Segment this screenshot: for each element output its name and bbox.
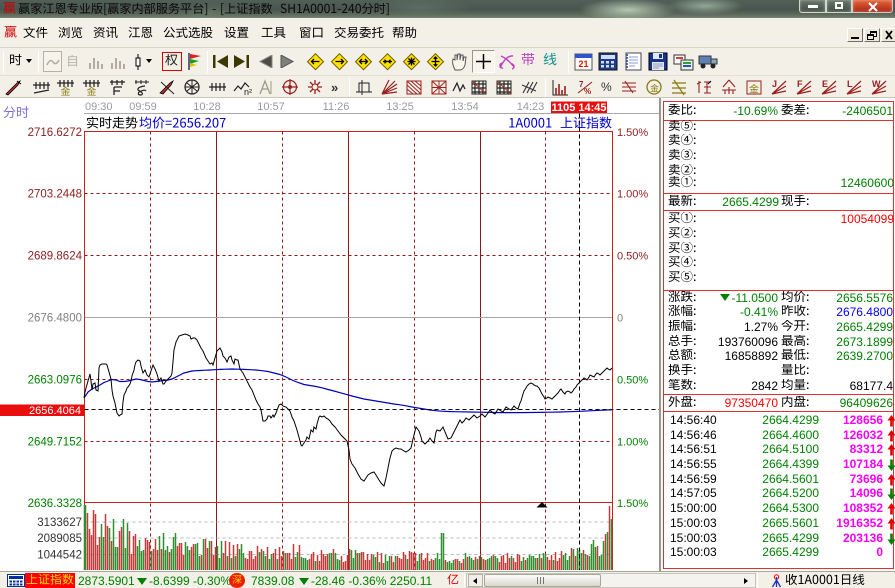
svg-text:W: W	[872, 79, 881, 89]
svg-text:%: %	[584, 87, 591, 96]
svg-text:E: E	[822, 79, 828, 89]
svg-text:09:59: 09:59	[129, 101, 157, 113]
svg-text:0.50%: 0.50%	[617, 251, 648, 263]
svg-text:J: J	[772, 79, 777, 89]
svg-text:09:30: 09:30	[85, 101, 113, 113]
svg-text:11:26: 11:26	[323, 101, 350, 113]
svg-text:2656.4064: 2656.4064	[29, 405, 81, 417]
svg-text:13:54: 13:54	[451, 101, 479, 113]
svg-text:2676.4800: 2676.4800	[28, 313, 82, 325]
svg-text:1044542: 1044542	[37, 550, 82, 562]
svg-text:2663.0976: 2663.0976	[28, 375, 82, 387]
svg-text:2703.2448: 2703.2448	[28, 189, 82, 201]
svg-text:14:23: 14:23	[517, 101, 545, 113]
svg-text:10:57: 10:57	[257, 101, 285, 113]
svg-text:1105 14:45: 1105 14:45	[551, 102, 606, 114]
svg-text:F: F	[797, 79, 803, 89]
svg-text:0.50%: 0.50%	[617, 375, 648, 387]
svg-text:1.00%: 1.00%	[617, 189, 648, 201]
svg-text:10:28: 10:28	[193, 101, 221, 113]
svg-text:21: 21	[578, 59, 588, 69]
svg-text:n²: n²	[244, 87, 252, 96]
svg-text:1.50%: 1.50%	[617, 127, 648, 139]
svg-text:2649.7152: 2649.7152	[28, 437, 82, 449]
svg-text:1.50%: 1.50%	[617, 498, 648, 510]
svg-text:2716.6272: 2716.6272	[28, 127, 82, 139]
svg-text:1.00%: 1.00%	[617, 437, 648, 449]
svg-text:0: 0	[617, 313, 623, 325]
svg-text:2089085: 2089085	[37, 533, 82, 545]
svg-text:2689.8624: 2689.8624	[28, 251, 83, 263]
svg-text:2636.3328: 2636.3328	[28, 498, 82, 510]
svg-text:3133627: 3133627	[37, 517, 82, 529]
svg-text:13:25: 13:25	[386, 101, 414, 113]
svg-text:L: L	[847, 79, 853, 89]
